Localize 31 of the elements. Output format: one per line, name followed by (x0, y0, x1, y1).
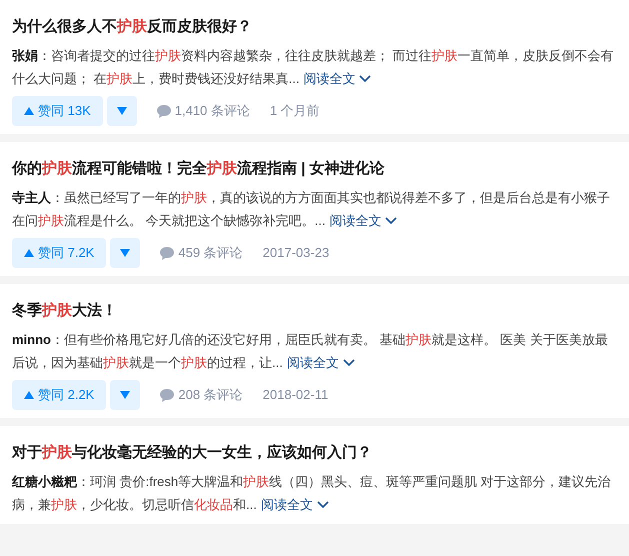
question-title[interactable]: 你的护肤流程可能错啦！完全护肤流程指南 | 女神进化论 (12, 158, 617, 180)
question-title[interactable]: 为什么很多人不护肤反而皮肤很好？ (12, 16, 617, 38)
answer-excerpt: 张娟：咨询者提交的过往护肤资料内容越繁杂，往往皮肤就越差； 而过往护肤一直简单，皮肤反倒不会有什么大问题； 在护肤上，费时费钱还没好结果真... 阅读全文 (12, 44, 617, 90)
downvote-button[interactable] (110, 238, 140, 268)
comment-bubble-icon (160, 388, 174, 402)
answer-excerpt: 红糖小糍粑：珂润 贵价:fresh等大牌温和护肤线（四）黑头、痘、斑等严重问题肌 对于这部分，建议先治病，兼护肤，少化妆。切忌听信化妆品和... 阅读全文 (12, 470, 617, 516)
up-triangle-icon (24, 391, 34, 399)
comment-bubble-icon (156, 104, 171, 118)
post-time: 2017-03-23 (262, 244, 330, 262)
read-more-link[interactable]: 阅读全文 (329, 209, 398, 232)
question-title[interactable]: 对于护肤与化妆毫无经验的大一女生，应该如何入门？ (12, 442, 617, 464)
downvote-button[interactable] (110, 380, 140, 410)
answer-excerpt: minno：但有些价格甩它好几倍的还没它好用，屈臣氏就有卖。 基础护肤就是这样。 医美 关于医美放最后说，因为基础护肤就是一个护肤的过程，让... 阅读全文 (12, 328, 617, 374)
post-time: 1 个月前 (270, 102, 320, 120)
read-more-link[interactable]: 阅读全文 (260, 493, 329, 516)
downvote-button[interactable] (106, 96, 137, 126)
up-triangle-icon (24, 249, 34, 257)
comment-bubble-icon (160, 246, 174, 260)
chevron-down-icon (359, 74, 372, 82)
chevron-down-icon (342, 358, 355, 366)
up-triangle-icon (24, 107, 34, 115)
down-triangle-icon (116, 107, 127, 115)
chevron-down-icon (385, 216, 398, 224)
read-more-link[interactable]: 阅读全文 (303, 67, 372, 90)
down-triangle-icon (120, 391, 130, 399)
read-more-link[interactable]: 阅读全文 (286, 351, 355, 374)
chevron-down-icon (316, 500, 329, 508)
answer-excerpt: 寺主人：虽然已经写了一年的护肤，真的该说的方方面面其实也都说得差不多了，但是后台总是有小猴子在问护肤流程是什么。 今天就把这个缺憾弥补完吧。... 阅读全文 (12, 186, 617, 232)
post-time: 2018-02-11 (262, 386, 328, 404)
question-title[interactable]: 冬季护肤大法！ (12, 300, 617, 322)
down-triangle-icon (120, 249, 130, 257)
